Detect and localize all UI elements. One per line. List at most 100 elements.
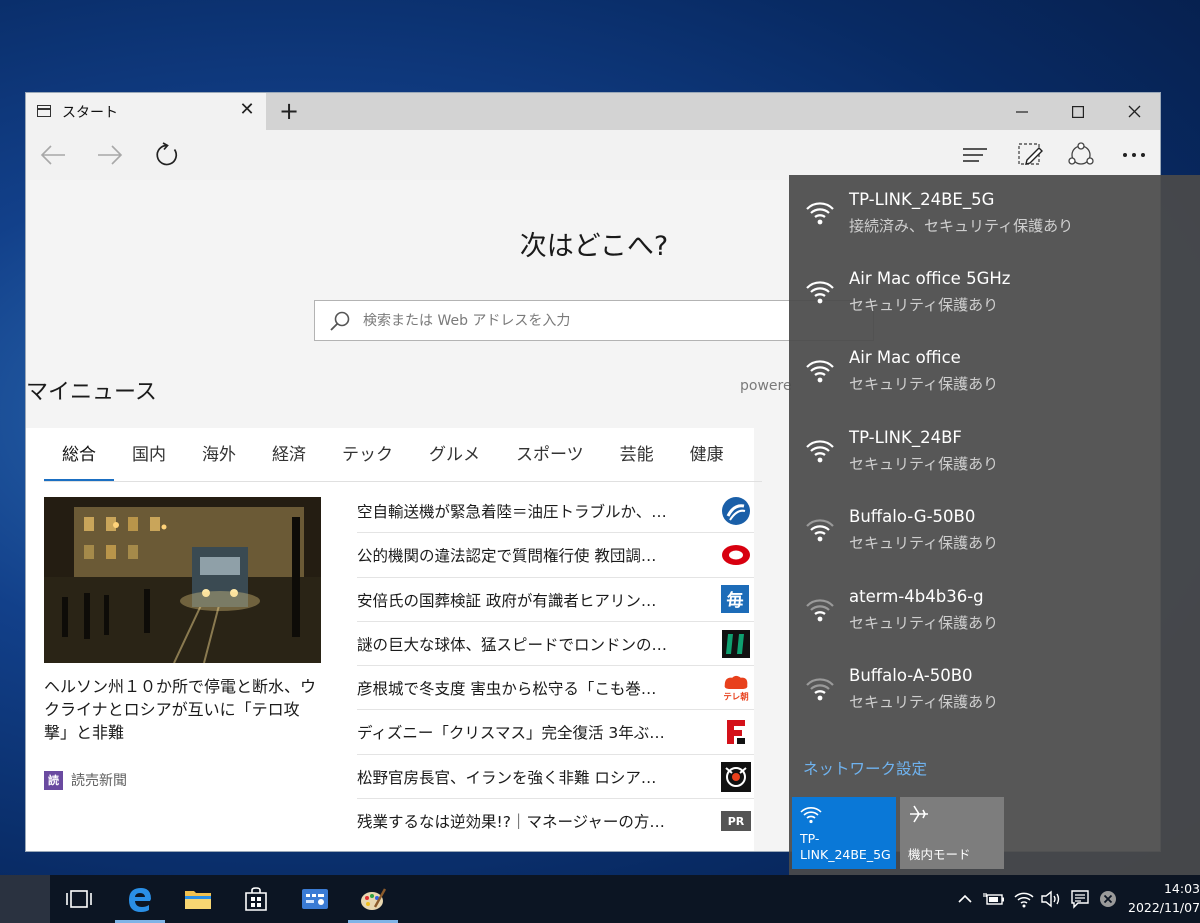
ann-logo-icon	[721, 761, 751, 792]
headline-text[interactable]: ディズニー「クリスマス」完全復活 3年ぶ…	[357, 721, 697, 743]
tab-category-entertainment[interactable]: 芸能	[602, 428, 672, 482]
network-flyout: TP-LINK_24BE_5G 接続済み、セキュリティ保護あり Air Mac …	[789, 175, 1200, 875]
network-name: Air Mac office	[849, 348, 961, 367]
taskbar-paint-button[interactable]	[344, 875, 402, 923]
power-button[interactable]	[982, 887, 1006, 911]
news-panel: 総合 国内 海外 経済 テック グルメ スポーツ 芸能 健康 ヘルソン州１０か所…	[26, 428, 762, 851]
wifi-signal-icon	[806, 281, 834, 304]
tab-category-gourmet[interactable]: グルメ	[411, 428, 498, 482]
tab-category-economy[interactable]: 経済	[254, 428, 324, 482]
tab-close-button[interactable]: ✕	[236, 99, 258, 121]
notification-icon	[1071, 890, 1089, 909]
airplane-mode-tile[interactable]: 機内モード	[900, 797, 1004, 869]
search-input[interactable]	[363, 301, 863, 340]
web-note-icon	[1018, 143, 1043, 165]
category-divider	[44, 481, 762, 482]
headline-text[interactable]: 空自輸送機が緊急着陸＝油圧トラブルか、…	[357, 500, 697, 522]
news-heading: マイニュース	[26, 380, 157, 405]
volume-button[interactable]	[1039, 887, 1063, 911]
featured-article[interactable]: ヘルソン州１０か所で停電と断水、ウクライナとロシアが互いに「テロ攻撃」と非難	[44, 497, 321, 744]
headline-item[interactable]: 残業するなは逆効果!?｜マネージャーの方… PR	[357, 799, 754, 843]
headline-item[interactable]: 公的機関の違法認定で質問権行使 教団調…	[357, 533, 754, 578]
network-item[interactable]: Buffalo-A-50B0 セキュリティ保護あり	[789, 651, 1200, 730]
headline-item[interactable]: 安倍氏の国葬検証 政府が有識者ヒアリン… 毎	[357, 578, 754, 622]
tab-category-overseas[interactable]: 海外	[184, 428, 254, 482]
wifi-icon	[800, 807, 822, 824]
tab-category-general[interactable]: 総合	[44, 428, 114, 482]
tab-category-tech[interactable]: テック	[324, 428, 411, 482]
headline-text[interactable]: 公的機関の違法認定で質問権行使 教団調…	[357, 544, 697, 566]
headline-item[interactable]: 松野官房長官、イランを強く非難 ロシア…	[357, 755, 754, 800]
tab-category-domestic[interactable]: 国内	[114, 428, 184, 482]
headline-text[interactable]: 松野官房長官、イランを強く非難 ロシア…	[357, 766, 697, 788]
headline-item[interactable]: ディズニー「クリスマス」完全復活 3年ぶ…	[357, 710, 754, 755]
task-view-button[interactable]	[50, 875, 108, 923]
clock-time: 14:03	[1163, 881, 1200, 896]
taskbar-edge-button[interactable]	[111, 875, 169, 923]
headline-item[interactable]: 彦根城で冬支度 害虫から松守る「こも巻… テレ朝	[357, 666, 754, 711]
wifi-signal-icon	[806, 678, 834, 701]
taskbar-clock[interactable]: 14:03 2022/11/07	[1128, 879, 1200, 917]
new-tab-button[interactable]: +	[274, 96, 304, 126]
forward-button[interactable]	[93, 138, 127, 172]
yomiuri-logo-icon: 読	[44, 770, 63, 790]
headline-text[interactable]: 残業するなは逆効果!?｜マネージャーの方…	[357, 810, 697, 832]
share-button[interactable]	[1064, 138, 1098, 172]
tab-category-health[interactable]: 健康	[672, 428, 742, 482]
hub-button[interactable]	[958, 138, 992, 172]
powered-by-text: powere	[740, 378, 792, 394]
back-button[interactable]	[36, 138, 70, 172]
huffpost-logo-icon	[721, 629, 751, 659]
taskbar-control-panel-button[interactable]	[286, 875, 344, 923]
featured-article-image[interactable]	[44, 497, 321, 663]
taskbar-explorer-button[interactable]	[169, 875, 227, 923]
network-item[interactable]: Air Mac office 5GHz セキュリティ保護あり	[789, 254, 1200, 333]
headline-text[interactable]: 謎の巨大な球体、猛スピードでロンドンの…	[357, 633, 697, 655]
start-button[interactable]	[0, 875, 50, 923]
network-settings-link[interactable]: ネットワーク設定	[803, 757, 927, 779]
show-hidden-icons-button[interactable]	[953, 887, 977, 911]
network-item[interactable]: Air Mac office セキュリティ保護あり	[789, 333, 1200, 412]
paint-palette-icon	[361, 888, 387, 910]
headline-item[interactable]: 空自輸送機が緊急着陸＝油圧トラブルか、…	[357, 489, 754, 534]
tab-start[interactable]: スタート ✕	[26, 93, 266, 130]
status-dismiss-button[interactable]	[1096, 887, 1120, 911]
network-item[interactable]: TP-LINK_24BE_5G 接続済み、セキュリティ保護あり	[789, 175, 1200, 254]
tab-category-sports[interactable]: スポーツ	[498, 428, 602, 482]
clock-date: 2022/11/07	[1128, 900, 1200, 915]
web-note-button[interactable]	[1013, 138, 1047, 172]
close-window-button[interactable]	[1106, 93, 1160, 130]
network-item[interactable]: aterm-4b4b36-g セキュリティ保護あり	[789, 572, 1200, 651]
wifi-signal-icon	[806, 202, 834, 225]
wifi-signal-icon	[806, 360, 834, 383]
pr-badge: PR	[721, 811, 751, 832]
more-button[interactable]	[1117, 138, 1151, 172]
featured-article-title[interactable]: ヘルソン州１０か所で停電と断水、ウクライナとロシアが互いに「テロ攻撃」と非難	[44, 675, 321, 744]
headline-item[interactable]: 謎の巨大な球体、猛スピードでロンドンの…	[357, 622, 754, 667]
network-item[interactable]: Buffalo-G-50B0 セキュリティ保護あり	[789, 492, 1200, 571]
headline-text[interactable]: 彦根城で冬支度 害虫から松守る「こも巻…	[357, 677, 697, 699]
chevron-up-icon	[958, 894, 972, 903]
refresh-button[interactable]	[150, 138, 184, 172]
network-status: 接続済み、セキュリティ保護あり	[849, 217, 1074, 235]
maximize-button[interactable]	[1050, 93, 1106, 130]
network-tray-button[interactable]	[1012, 887, 1036, 911]
wifi-signal-icon	[806, 440, 834, 463]
minimize-button[interactable]	[994, 93, 1050, 130]
wifi-quick-action-tile[interactable]: TP-LINK_24BE_5G	[792, 797, 896, 869]
airplane-icon	[910, 805, 928, 823]
network-status: セキュリティ保護あり	[849, 534, 999, 552]
headline-list: 空自輸送機が緊急着陸＝油圧トラブルか、… 公的機関の違法認定で質問権行使 教団調…	[357, 489, 754, 843]
store-icon	[245, 887, 267, 911]
maximize-icon	[1072, 105, 1084, 118]
back-arrow-icon	[40, 145, 65, 165]
speaker-icon	[1041, 890, 1060, 908]
source-name: 読売新聞	[71, 773, 127, 789]
forward-arrow-icon	[98, 145, 123, 165]
network-status: セキュリティ保護あり	[849, 296, 999, 314]
wifi-tray-icon	[1014, 892, 1034, 908]
taskbar-store-button[interactable]	[227, 875, 285, 923]
headline-text[interactable]: 安倍氏の国葬検証 政府が有識者ヒアリン…	[357, 589, 697, 611]
action-center-button[interactable]	[1068, 887, 1092, 911]
network-item[interactable]: TP-LINK_24BF セキュリティ保護あり	[789, 413, 1200, 492]
